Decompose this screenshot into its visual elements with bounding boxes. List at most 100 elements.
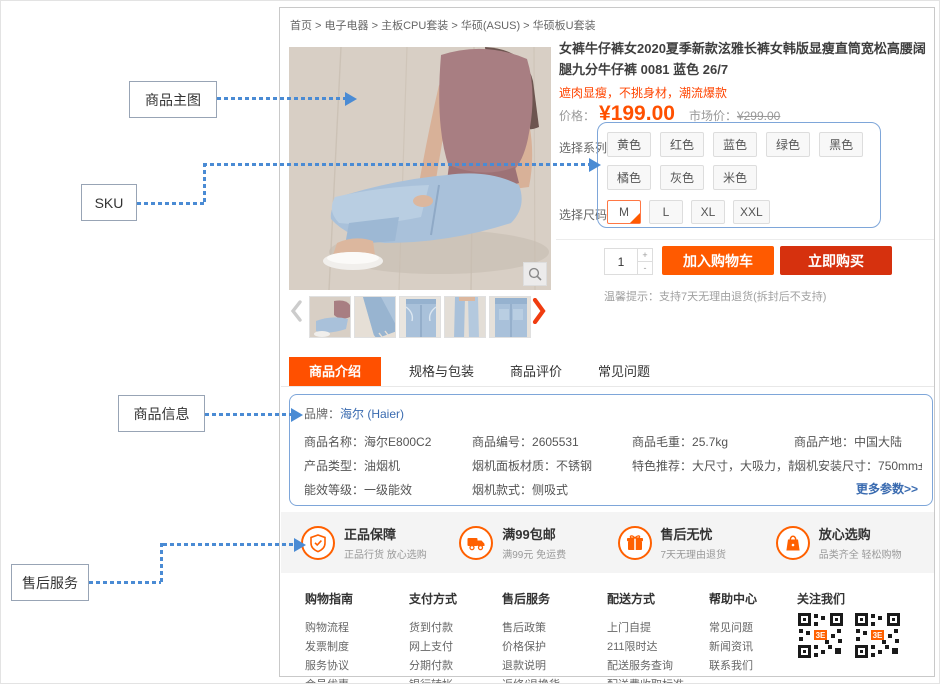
footer-col-shopping-guide: 购物指南 购物流程发票制度服务协议会员优惠 [305, 590, 353, 684]
arrow-line-main-image [217, 97, 345, 100]
brand-label: 品牌： [304, 407, 340, 421]
footer-link[interactable]: 常见问题 [709, 619, 757, 638]
attribute: 商品编号：2605531 [472, 433, 632, 450]
quantity-increase-button[interactable]: + [638, 249, 652, 262]
footer-link[interactable]: 上门自提 [607, 619, 684, 638]
footer-col-delivery: 配送方式 上门自提211限时达配送服务查询配送费收取标准海外配送 [607, 590, 684, 684]
size-option[interactable]: L [649, 200, 683, 224]
thumbnail-3[interactable] [399, 296, 441, 338]
series-option[interactable]: 橘色 [607, 165, 651, 190]
series-option[interactable]: 灰色 [660, 165, 704, 190]
attribute: 特色推荐：大尺寸，大吸力，静音... [632, 457, 794, 474]
attribute: 商品产地：中国大陆 [794, 433, 922, 450]
footer-link[interactable]: 会员优惠 [305, 676, 353, 684]
footer-link[interactable]: 购物流程 [305, 619, 353, 638]
qr-code-icon: 3E [797, 612, 844, 659]
footer-link[interactable]: 新闻资讯 [709, 638, 757, 657]
arrow-line-after-sale-1 [89, 581, 161, 584]
tab-faq[interactable]: 常见问题 [598, 357, 650, 386]
footer-link[interactable]: 配送服务查询 [607, 657, 684, 676]
thumbs-prev-icon[interactable] [290, 300, 302, 327]
detail-tabs: 商品介绍 规格与包装 商品评价 常见问题 [281, 357, 934, 387]
footer-link[interactable]: 联系我们 [709, 657, 757, 676]
size-option[interactable]: M [607, 200, 641, 224]
footer-link[interactable]: 分期付款 [409, 657, 457, 676]
arrowhead-after-sale [294, 538, 306, 552]
footer-col-help: 帮助中心 常见问题新闻资讯联系我们 [709, 590, 757, 676]
tab-product-intro[interactable]: 商品介绍 [289, 357, 381, 386]
sku-selection-box: 黄色红色蓝色绿色黑色橘色灰色米色 ML XL XXL [597, 122, 881, 228]
arrow-line-sku-3 [203, 163, 589, 166]
series-option[interactable]: 黄色 [607, 132, 651, 157]
breadcrumb[interactable]: 首页 > 电子电器 > 主板CPU套装 > 华硕(ASUS) > 华硕板U套装 [290, 17, 596, 33]
annotation-main-image-label: 商品主图 [129, 81, 217, 118]
footer-link[interactable]: 银行转帐 [409, 676, 457, 684]
attribute: 产品类型：油烟机 [304, 457, 472, 474]
footer-link[interactable]: 发票制度 [305, 638, 353, 657]
thumbs-next-icon[interactable] [532, 298, 546, 329]
attribute: 商品名称：海尔E800C2 [304, 433, 472, 450]
thumbnail-2[interactable] [354, 296, 396, 338]
size-option[interactable]: XXL [733, 200, 770, 224]
qr-code-icon: 3E [854, 612, 901, 659]
tab-reviews[interactable]: 商品评价 [510, 357, 562, 386]
footer-link[interactable]: 配送费收取标准 [607, 676, 684, 684]
arrow-line-after-sale-2 [160, 543, 163, 584]
product-attributes: 商品名称：海尔E800C2商品编号：2605531商品毛重：25.7kg商品产地… [304, 433, 922, 498]
svg-text:3E: 3E [873, 631, 883, 640]
arrowhead-sku [589, 158, 601, 172]
series-option[interactable]: 黑色 [819, 132, 863, 157]
arrowhead-product-info [291, 408, 303, 422]
market-price-label: 市场价： [689, 109, 737, 123]
bag-icon [776, 526, 810, 560]
arrowhead-main-image [345, 92, 357, 106]
more-params-link[interactable]: 更多参数>> [856, 480, 918, 497]
attribute: 烟机面板材质：不锈钢 [472, 457, 632, 474]
series-option[interactable]: 米色 [713, 165, 757, 190]
product-main-image[interactable] [289, 47, 551, 290]
thumbnail-1[interactable] [309, 296, 351, 338]
model-photo-illustration [289, 47, 551, 290]
qr-codes: 3E 3E [797, 612, 901, 659]
return-policy-tip: 温馨提示：支持7天无理由退货(拆封后不支持) [604, 288, 826, 304]
series-option[interactable]: 绿色 [766, 132, 810, 157]
add-to-cart-button[interactable]: 加入购物车 [662, 246, 774, 275]
thumbnail-strip [280, 294, 551, 342]
annotation-after-sale-label: 售后服务 [11, 564, 89, 601]
size-option[interactable]: XL [691, 200, 725, 224]
footer-link[interactable]: 退款说明 [502, 657, 560, 676]
footer-link[interactable]: 货到付款 [409, 619, 457, 638]
gift-icon [618, 526, 652, 560]
series-options: 黄色红色蓝色绿色黑色橘色灰色米色 [607, 132, 880, 198]
footer-link[interactable]: 价格保护 [502, 638, 560, 657]
annotated-screenshot-canvas: 商品主图 SKU 商品信息 售后服务 首页 > 电子电器 > 主板CPU套装 >… [0, 0, 940, 684]
footer-link[interactable]: 网上支付 [409, 638, 457, 657]
footer-link[interactable]: 返修/退换货 [502, 676, 560, 684]
series-option[interactable]: 红色 [660, 132, 704, 157]
product-promo-text: 遮肉显瘦，不挑身材，潮流爆款 [559, 84, 727, 101]
attribute: 商品毛重：25.7kg [632, 433, 794, 450]
attribute: 烟机安装尺寸：750mm±50mm (烟... [794, 457, 922, 474]
size-options: ML XL XXL [607, 200, 880, 224]
brand-link[interactable]: 海尔 (Haier) [340, 407, 404, 421]
annotation-product-info-label: 商品信息 [118, 395, 205, 432]
product-page-panel: 首页 > 电子电器 > 主板CPU套装 > 华硕(ASUS) > 华硕板U套装 [279, 7, 935, 677]
attribute: 能效等级：一级能效 [304, 481, 472, 498]
quantity-input[interactable]: 1 [604, 248, 638, 275]
footer-link[interactable]: 售后政策 [502, 619, 560, 638]
arrow-line-product-info [205, 413, 291, 416]
tab-spec-packaging[interactable]: 规格与包装 [409, 357, 474, 386]
arrow-line-sku-2 [203, 163, 206, 205]
arrow-line-sku-1 [137, 202, 204, 205]
thumbnail-5[interactable] [489, 296, 531, 338]
buy-now-button[interactable]: 立即购买 [780, 246, 892, 275]
quantity-decrease-button[interactable]: - [638, 262, 652, 275]
market-price: ¥299.00 [737, 109, 780, 123]
services-band: 正品保障正品行货 放心选购 满99包邮满99元 免运费 售后无忧7天无理由退货 … [281, 512, 934, 573]
magnifier-icon[interactable] [523, 262, 547, 286]
thumbnail-4[interactable] [444, 296, 486, 338]
footer-link[interactable]: 211限时达 [607, 638, 684, 657]
price-label: 价格： [559, 109, 595, 123]
footer-link[interactable]: 服务协议 [305, 657, 353, 676]
series-option[interactable]: 蓝色 [713, 132, 757, 157]
